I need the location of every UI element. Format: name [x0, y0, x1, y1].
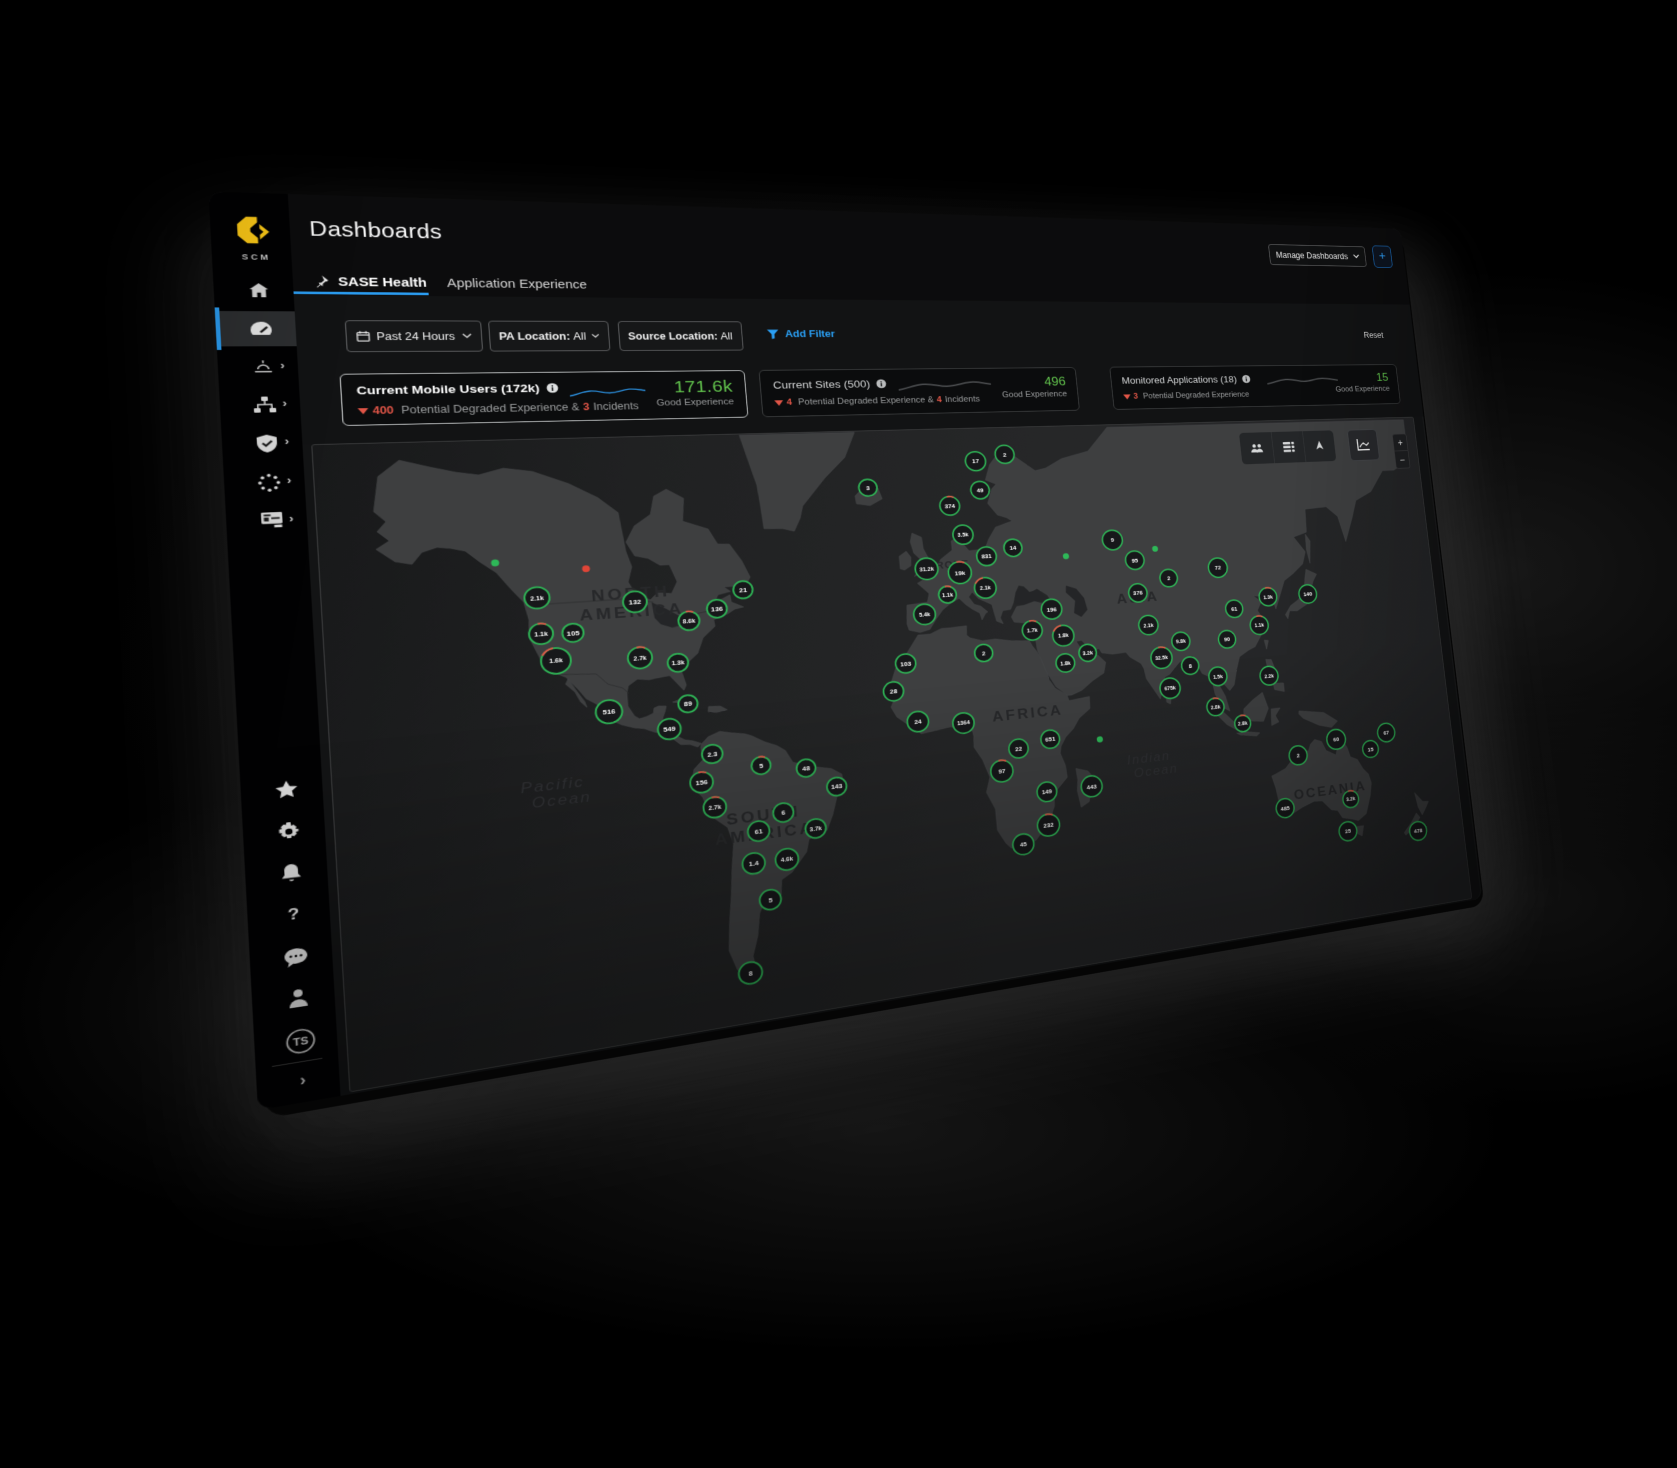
svg-text:675k: 675k	[1164, 684, 1177, 692]
svg-text:14: 14	[1009, 545, 1017, 552]
svg-text:3.2k: 3.2k	[1346, 795, 1356, 803]
svg-text:3.5k: 3.5k	[957, 531, 969, 538]
svg-text:156: 156	[695, 778, 708, 787]
svg-text:2.7k: 2.7k	[708, 803, 722, 812]
svg-text:31.2k: 31.2k	[919, 565, 935, 573]
svg-text:28: 28	[890, 688, 898, 696]
svg-text:1.3k: 1.3k	[1263, 593, 1274, 600]
svg-text:2.3: 2.3	[707, 750, 718, 758]
svg-text:1.6k: 1.6k	[549, 657, 564, 666]
svg-text:97: 97	[998, 768, 1006, 776]
svg-text:8.6k: 8.6k	[682, 617, 696, 625]
svg-text:132: 132	[629, 598, 642, 606]
svg-text:2.7k: 2.7k	[633, 654, 647, 662]
svg-text:1.3k: 1.3k	[671, 659, 685, 667]
svg-text:103: 103	[900, 660, 912, 668]
svg-text:1.5k: 1.5k	[1213, 673, 1224, 680]
svg-text:1.7k: 1.7k	[1027, 627, 1039, 635]
svg-text:443: 443	[1086, 783, 1097, 791]
svg-text:25: 25	[1345, 828, 1352, 835]
svg-text:549: 549	[663, 725, 676, 734]
svg-text:5.4k: 5.4k	[919, 611, 932, 619]
svg-text:89: 89	[684, 700, 693, 708]
svg-text:60: 60	[1333, 736, 1340, 743]
svg-text:61: 61	[1231, 606, 1238, 613]
svg-text:21: 21	[739, 586, 748, 594]
svg-text:1.1k: 1.1k	[1254, 622, 1265, 629]
svg-text:2.8k: 2.8k	[1210, 703, 1221, 710]
svg-text:143: 143	[831, 783, 843, 791]
svg-text:24: 24	[914, 718, 922, 726]
svg-text:45: 45	[1020, 841, 1028, 849]
svg-text:831: 831	[981, 553, 992, 560]
svg-text:651: 651	[1045, 736, 1056, 744]
svg-text:1.4: 1.4	[749, 859, 760, 868]
svg-text:15: 15	[1367, 746, 1374, 753]
svg-text:17: 17	[972, 458, 980, 465]
svg-text:2.1k: 2.1k	[1143, 622, 1154, 629]
svg-text:2.2k: 2.2k	[1264, 672, 1275, 679]
svg-text:374: 374	[944, 503, 956, 510]
svg-text:49: 49	[976, 487, 984, 494]
svg-text:48: 48	[802, 764, 811, 772]
svg-text:61: 61	[754, 827, 763, 835]
svg-text:149: 149	[1042, 788, 1053, 796]
svg-text:67: 67	[1383, 729, 1390, 736]
svg-text:105: 105	[566, 629, 580, 637]
svg-text:19k: 19k	[954, 569, 966, 576]
svg-text:232: 232	[1043, 821, 1054, 829]
svg-text:9.8k: 9.8k	[1176, 638, 1187, 645]
svg-text:485: 485	[1280, 805, 1290, 813]
svg-text:2.1k: 2.1k	[980, 584, 992, 591]
svg-text:136: 136	[711, 605, 724, 613]
svg-text:478: 478	[1414, 827, 1423, 834]
svg-text:95: 95	[1131, 557, 1138, 564]
svg-text:1364: 1364	[957, 719, 970, 727]
svg-text:1.1k: 1.1k	[534, 630, 549, 638]
svg-text:72: 72	[1215, 565, 1222, 572]
svg-text:3.2k: 3.2k	[1082, 649, 1094, 656]
svg-text:1.1k: 1.1k	[942, 591, 954, 599]
svg-text:376: 376	[1133, 590, 1144, 597]
svg-text:1.8k: 1.8k	[1060, 659, 1072, 667]
svg-text:TS: TS	[293, 1036, 309, 1049]
svg-text:22: 22	[1015, 745, 1023, 753]
svg-text:516: 516	[602, 708, 616, 717]
svg-text:90: 90	[1224, 636, 1231, 643]
svg-text:196: 196	[1046, 606, 1057, 613]
svg-text:1.8k: 1.8k	[1058, 632, 1070, 639]
svg-text:2.8k: 2.8k	[1238, 720, 1249, 727]
svg-text:140: 140	[1303, 591, 1313, 598]
svg-text:32.5k: 32.5k	[1155, 654, 1169, 662]
svg-text:2.1k: 2.1k	[530, 594, 545, 602]
